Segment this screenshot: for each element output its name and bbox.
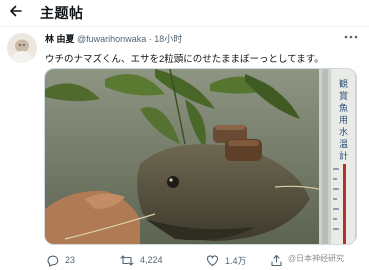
more-options-icon[interactable] [343,30,359,42]
watermark: @日本神经研究 [288,254,345,263]
top-bar: 主题帖 [0,0,369,26]
author-line: 林 由夏 @fuwarihonwaka · 18小时 [45,32,182,45]
author-handle[interactable]: @fuwarihonwaka [77,34,146,44]
meta-separator: · [146,34,155,44]
svg-text:水: 水 [339,126,348,137]
share-button[interactable] [270,251,283,269]
reply-icon [47,255,59,267]
heart-icon [206,254,219,266]
svg-text:観: 観 [339,78,348,89]
page-title: 主题帖 [40,5,84,21]
svg-text:賞: 賞 [339,90,348,101]
share-icon [271,254,282,266]
like-button[interactable]: 1.4万 [206,251,247,269]
svg-text:計: 計 [339,150,348,161]
author-name[interactable]: 林 由夏 [45,34,75,44]
tweet-photo[interactable]: 観 賞 魚 用 水 温 計 [44,68,357,245]
post-time[interactable]: 18小时 [154,34,182,44]
like-count: 1.4万 [225,255,247,266]
back-arrow-icon[interactable] [8,3,24,19]
reply-button[interactable]: 23 [46,251,75,269]
svg-text:用: 用 [339,115,348,125]
svg-text:魚: 魚 [339,102,348,113]
svg-text:温: 温 [339,139,348,149]
tweet-text: ウチのナマズくん、エサを2粒頭にのせたままぼーっとしてます。 [45,54,324,65]
reply-count: 23 [65,255,76,265]
avatar[interactable] [7,33,37,63]
retweet-count: 4,224 [140,255,163,265]
header-divider [0,26,369,27]
retweet-icon [120,254,134,266]
retweet-button[interactable]: 4,224 [120,251,163,269]
